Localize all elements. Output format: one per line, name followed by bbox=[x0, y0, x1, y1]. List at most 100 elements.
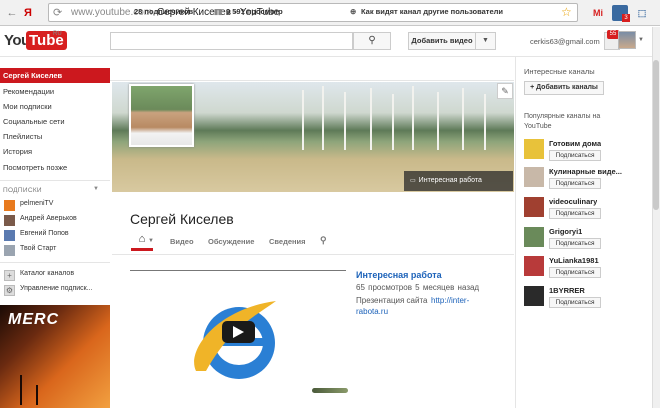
scrollbar-thumb[interactable] bbox=[653, 60, 659, 210]
sidebar-divider bbox=[0, 262, 110, 263]
upload-button[interactable]: Добавить видео bbox=[408, 32, 476, 50]
chevron-down-icon[interactable]: ▼ bbox=[93, 186, 99, 192]
featured-video-title[interactable]: Интересная работа bbox=[356, 270, 442, 280]
channel-item: Кулинарные виде... Подписаться bbox=[524, 167, 656, 195]
chevron-down-icon[interactable]: ▼ bbox=[638, 37, 644, 43]
channel-thumb[interactable] bbox=[524, 256, 544, 276]
birch-decoration bbox=[412, 86, 414, 150]
channel-item: YuLianka1981 Подписаться bbox=[524, 256, 656, 284]
channel-thumb[interactable] bbox=[524, 227, 544, 247]
birch-decoration bbox=[392, 94, 394, 150]
extension-badge: 3 bbox=[622, 14, 630, 22]
bar-chart-icon: ▮▮ bbox=[214, 7, 223, 16]
tab-videos[interactable]: Видео bbox=[170, 237, 194, 246]
birch-decoration bbox=[302, 90, 304, 150]
mail-extension-icon[interactable]: Mi bbox=[590, 5, 606, 21]
channel-item: Grigoryi1 Подписаться bbox=[524, 227, 656, 255]
back-icon[interactable]: ← bbox=[4, 5, 20, 21]
user-email[interactable]: cerkis63@gmail.com bbox=[530, 37, 600, 46]
youtube-header: You Tube RU ⚲ Добавить видео ▼ cerkis63@… bbox=[0, 27, 660, 57]
sidebar-item-channel[interactable]: Сергей Киселев bbox=[0, 68, 110, 83]
extension-2-icon[interactable]: ⬚ bbox=[634, 5, 650, 21]
subscribe-button[interactable]: Подписаться bbox=[549, 297, 601, 308]
logo-region: RU bbox=[53, 31, 62, 37]
channel-item: videoculinary Подписаться bbox=[524, 197, 656, 225]
sidebar-item-history[interactable]: История bbox=[0, 144, 110, 159]
channel-name[interactable]: videoculinary bbox=[549, 197, 597, 206]
channel-stats-bar bbox=[110, 57, 514, 81]
sidebar-item-manage-subscriptions[interactable]: ⚙ Управление подписк... bbox=[4, 284, 108, 298]
tab-about[interactable]: Сведения bbox=[269, 237, 306, 246]
sidebar-item-catalog[interactable]: + Каталог каналов bbox=[4, 269, 108, 283]
subscription-label: Евгений Попов bbox=[20, 230, 69, 237]
sidebar-divider bbox=[0, 180, 110, 181]
sidebar-item-my-subscriptions[interactable]: Мои подписки bbox=[0, 99, 110, 114]
birch-decoration bbox=[484, 94, 486, 150]
add-channels-button[interactable]: + Добавить каналы bbox=[524, 81, 604, 95]
search-input[interactable] bbox=[110, 32, 353, 50]
search-icon[interactable]: ⚲ bbox=[320, 235, 327, 246]
channel-title: Сергей Киселев bbox=[130, 211, 234, 227]
sidebar-item-watch-later[interactable]: Посмотреть позже bbox=[0, 160, 110, 175]
subscription-label: pelmeniTV bbox=[20, 200, 54, 207]
viewer-link[interactable]: Как видят канал другие пользователи bbox=[361, 7, 503, 16]
channel-name[interactable]: Grigoryi1 bbox=[549, 227, 582, 236]
gear-icon: ⚙ bbox=[4, 285, 15, 296]
sidebar-item-recommendations[interactable]: Рекомендации bbox=[0, 84, 110, 99]
sidebar-item-playlists[interactable]: Плейлисты bbox=[0, 129, 110, 144]
birch-decoration bbox=[437, 92, 439, 150]
bookmark-star-icon[interactable]: ☆ bbox=[561, 5, 572, 19]
featured-video-age: 5 месяцев назад bbox=[415, 283, 480, 292]
channel-thumb bbox=[4, 245, 15, 256]
subscribe-button[interactable]: Подписаться bbox=[549, 178, 601, 189]
subscribe-button[interactable]: Подписаться bbox=[549, 267, 601, 278]
sidebar-tool-label: Каталог каналов bbox=[20, 270, 75, 277]
interesting-channels-heading: Интересные каналы bbox=[524, 67, 595, 76]
subscribe-button[interactable]: Подписаться bbox=[549, 208, 601, 219]
search-icon: ⚲ bbox=[368, 35, 376, 46]
link-icon: ▭ bbox=[410, 178, 416, 184]
subscribe-button[interactable]: Подписаться bbox=[549, 238, 601, 249]
avatar[interactable] bbox=[618, 31, 636, 49]
play-icon bbox=[233, 326, 244, 338]
channel-name[interactable]: 1BYRRER bbox=[549, 286, 585, 295]
channel-item: Готовим дома Подписаться bbox=[524, 139, 656, 167]
banner-link-label: Интересная работа bbox=[418, 177, 482, 184]
search-button[interactable]: ⚲ bbox=[353, 32, 391, 50]
channel-thumb[interactable] bbox=[524, 167, 544, 187]
featured-video-section bbox=[112, 255, 514, 408]
pencil-icon[interactable]: ✎ bbox=[497, 83, 513, 99]
subscribe-button[interactable]: Подписаться bbox=[549, 150, 601, 161]
channel-item: 1BYRRER Подписаться bbox=[524, 286, 656, 314]
channel-thumb[interactable] bbox=[524, 286, 544, 306]
channel-thumb[interactable] bbox=[524, 139, 544, 159]
channel-name[interactable]: Кулинарные виде... bbox=[549, 167, 622, 176]
channel-thumb[interactable] bbox=[524, 197, 544, 217]
chevron-down-icon[interactable]: ▼ bbox=[148, 238, 154, 244]
reload-icon[interactable]: ⟳ bbox=[53, 6, 67, 20]
birch-decoration bbox=[344, 92, 346, 150]
channel-thumb bbox=[4, 215, 15, 226]
promo-banner[interactable]: MERC bbox=[0, 305, 110, 408]
featured-video-link-cont[interactable]: rabota.ru bbox=[356, 307, 388, 316]
channel-name[interactable]: Готовим дома bbox=[549, 139, 601, 148]
upload-dropdown-button[interactable]: ▼ bbox=[476, 32, 496, 50]
globe-icon: ⊕ bbox=[350, 7, 357, 16]
banner-link[interactable]: ▭ Интересная работа bbox=[404, 171, 513, 191]
yandex-icon[interactable]: Я bbox=[20, 5, 36, 21]
sidebar-tool-label: Управление подписк... bbox=[20, 285, 93, 292]
subscription-item[interactable]: pelmeniTV bbox=[4, 199, 108, 213]
subscription-item[interactable]: Евгений Попов bbox=[4, 229, 108, 243]
featured-video-link[interactable]: http://inter- bbox=[431, 296, 469, 305]
channel-avatar[interactable] bbox=[129, 84, 194, 147]
birch-decoration bbox=[462, 88, 464, 150]
channel-name[interactable]: YuLianka1981 bbox=[549, 256, 599, 265]
sidebar-item-social[interactable]: Социальные сети bbox=[0, 114, 110, 129]
subscription-item[interactable]: Андрей Аверьков bbox=[4, 214, 108, 228]
promo-decoration bbox=[20, 375, 22, 405]
subscription-item[interactable]: Твой Старт bbox=[4, 244, 108, 258]
featured-video-description: Презентация сайта bbox=[356, 296, 428, 305]
promo-text: MERC bbox=[8, 311, 60, 328]
player-divider bbox=[130, 270, 346, 271]
tab-discussion[interactable]: Обсуждение bbox=[208, 237, 254, 246]
